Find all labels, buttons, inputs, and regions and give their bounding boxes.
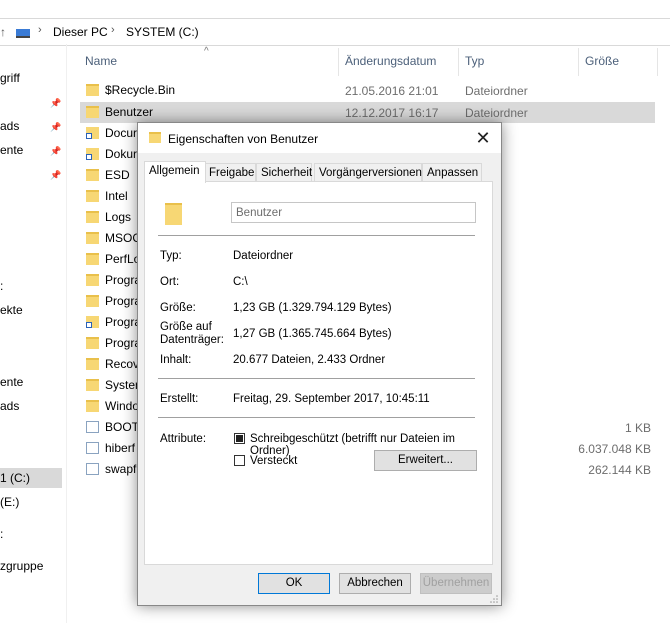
- up-arrow-icon[interactable]: ↑: [0, 25, 6, 39]
- tab-general[interactable]: Allgemein: [144, 161, 206, 183]
- file-row-selected[interactable]: Benutzer 12.12.2017 16:17 Dateiordner: [80, 102, 655, 123]
- size-value: 1,23 GB (1.329.794.129 Bytes): [233, 302, 392, 314]
- nav-item[interactable]: :: [0, 524, 3, 544]
- folder-icon: [86, 232, 99, 244]
- created-value: Freitag, 29. September 2017, 10:45:11: [233, 393, 430, 405]
- column-divider[interactable]: [338, 48, 339, 76]
- readonly-checkbox[interactable]: [234, 433, 245, 444]
- pc-icon: [16, 27, 30, 38]
- breadcrumb-item-this-pc[interactable]: Dieser PC: [53, 25, 108, 39]
- location-label: Ort:: [160, 276, 180, 288]
- location-value: C:\: [233, 276, 248, 288]
- tab-previous-versions[interactable]: Vorgängerversionen: [314, 163, 422, 182]
- folder-icon: [86, 84, 99, 96]
- advanced-button[interactable]: Erweitert...: [374, 450, 477, 471]
- folder-icon: [86, 211, 99, 223]
- attributes-label: Attribute:: [160, 433, 207, 445]
- file-icon: [86, 442, 99, 454]
- file-icon: [86, 463, 99, 475]
- tab-sharing[interactable]: Freigabe: [204, 163, 256, 182]
- resize-grip-icon[interactable]: [489, 593, 499, 603]
- nav-item-documents-pc[interactable]: ente: [0, 372, 23, 392]
- column-header-date[interactable]: Änderungsdatum: [345, 54, 436, 72]
- dialog-title: Eigenschaften von Benutzer: [168, 132, 319, 146]
- folder-icon: [86, 169, 99, 181]
- file-row[interactable]: $Recycle.Bin 21.05.2016 21:01 Dateiordner: [80, 80, 655, 101]
- shortcut-folder-icon: [86, 316, 99, 328]
- properties-dialog: Eigenschaften von Benutzer ✕ Allgemein F…: [137, 122, 502, 606]
- column-divider[interactable]: [458, 48, 459, 76]
- divider: [158, 235, 475, 236]
- nav-item-3d-objects[interactable]: ekte: [0, 300, 23, 320]
- sort-ascending-icon: ^: [204, 46, 209, 57]
- contains-label: Inhalt:: [160, 354, 192, 366]
- column-header-name[interactable]: Name: [85, 54, 117, 72]
- divider: [158, 378, 475, 379]
- ok-button[interactable]: OK: [258, 573, 330, 594]
- type-value: Dateiordner: [233, 250, 294, 262]
- folder-icon: [86, 295, 99, 307]
- size-on-disk-label-line2: Datenträger:: [160, 334, 224, 346]
- chevron-right-icon: ›: [111, 24, 115, 36]
- column-header-size[interactable]: Größe: [585, 54, 619, 72]
- nav-item-downloads-pc[interactable]: ads: [0, 396, 19, 416]
- shortcut-folder-icon: [86, 127, 99, 139]
- column-header-type[interactable]: Typ: [465, 54, 484, 72]
- folder-icon: [86, 106, 99, 118]
- nav-item-quick-access[interactable]: griff: [0, 68, 20, 88]
- tab-security[interactable]: Sicherheit: [256, 163, 312, 182]
- folder-icon: [86, 358, 99, 370]
- nav-item-documents[interactable]: ente: [0, 140, 23, 160]
- size-label: Größe:: [160, 302, 196, 314]
- nav-item[interactable]: :: [0, 276, 3, 296]
- divider: [158, 417, 475, 418]
- general-tab-panel: Benutzer Typ: Dateiordner Ort: C:\ Größe…: [144, 181, 493, 565]
- nav-item-system-drive[interactable]: 1 (C:): [0, 468, 62, 488]
- folder-large-icon: [165, 203, 182, 225]
- pin-icon: 📌: [50, 146, 62, 156]
- created-label: Erstellt:: [160, 393, 199, 405]
- apply-button[interactable]: Übernehmen: [420, 573, 492, 594]
- folder-icon: [86, 379, 99, 391]
- breadcrumb-item-system-drive[interactable]: SYSTEM (C:): [126, 25, 199, 39]
- contains-value: 20.677 Dateien, 2.433 Ordner: [233, 354, 386, 366]
- hidden-checkbox[interactable]: [234, 455, 245, 466]
- dialog-titlebar[interactable]: Eigenschaften von Benutzer ✕: [138, 123, 501, 153]
- shortcut-folder-icon: [86, 148, 99, 160]
- file-icon: [86, 421, 99, 433]
- folder-icon: [149, 132, 161, 143]
- nav-item-drive-e[interactable]: (E:): [0, 492, 19, 512]
- nav-item-homegroup[interactable]: zgruppe: [0, 556, 43, 576]
- folder-icon: [86, 190, 99, 202]
- size-on-disk-value: 1,27 GB (1.365.745.664 Bytes): [233, 328, 392, 340]
- pin-icon: 📌: [50, 122, 62, 132]
- pin-icon: 📌: [50, 98, 62, 108]
- pin-icon: 📌: [50, 170, 62, 180]
- navigation-pane: griff 📌 ads 📌 ente 📌 📌 : ekte ente ads 1…: [0, 44, 67, 623]
- hidden-label[interactable]: Versteckt: [250, 455, 297, 467]
- address-bar[interactable]: ↑ › Dieser PC › SYSTEM (C:): [0, 18, 670, 46]
- column-divider[interactable]: [578, 48, 579, 76]
- nav-item-downloads[interactable]: ads: [0, 116, 19, 136]
- column-divider[interactable]: [657, 48, 658, 76]
- close-icon[interactable]: ✕: [465, 123, 501, 153]
- tab-customize[interactable]: Anpassen: [422, 163, 482, 182]
- folder-icon: [86, 400, 99, 412]
- folder-name-input[interactable]: Benutzer: [231, 202, 476, 223]
- size-on-disk-label-line1: Größe auf: [160, 321, 212, 333]
- folder-icon: [86, 274, 99, 286]
- folder-icon: [86, 337, 99, 349]
- type-label: Typ:: [160, 250, 182, 262]
- folder-icon: [86, 253, 99, 265]
- chevron-right-icon: ›: [38, 24, 42, 36]
- cancel-button[interactable]: Abbrechen: [339, 573, 411, 594]
